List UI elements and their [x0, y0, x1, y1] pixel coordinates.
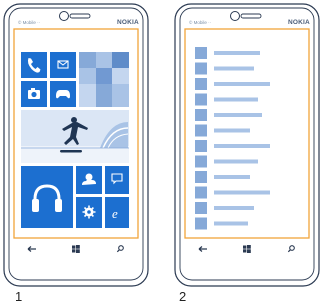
app-name-placeholder: [214, 51, 260, 55]
app-tile-icon: [195, 109, 207, 121]
figure-label-1: 1: [15, 289, 23, 304]
app-tile-icon: [195, 93, 207, 106]
app-tile-icon: [195, 217, 207, 230]
tile-feedback[interactable]: [105, 166, 129, 194]
app-name-placeholder: [214, 159, 258, 164]
app-tile-icon: [195, 78, 207, 90]
app-name-placeholder: [214, 128, 250, 133]
app-name-placeholder: [214, 206, 254, 210]
phone-2-camera-icon: [230, 11, 240, 21]
app-name-placeholder: [214, 190, 270, 195]
app-name-placeholder: [214, 97, 258, 102]
app-name-placeholder: [214, 82, 270, 86]
phone-2-earpiece: [240, 13, 262, 19]
app-tile-icon: [195, 124, 207, 137]
app-tile-icon: [195, 140, 207, 152]
phone-2: © Mobile ·· NOKIA: [174, 3, 320, 287]
phone-2-operator-label: © Mobile ··: [189, 19, 211, 25]
app-name-placeholder: [214, 144, 270, 148]
app-name-placeholder: [214, 221, 248, 226]
app-tile-icon: [195, 47, 207, 59]
app-tile-icon: [195, 202, 207, 214]
app-name-placeholder: [214, 175, 250, 179]
internet-explorer-icon: e: [112, 206, 118, 221]
phone-1: © Mobile ·· NOKIA e: [3, 3, 149, 287]
phone-2-brand-logo: NOKIA: [288, 19, 310, 26]
phone-1-camera-icon: [59, 11, 69, 21]
phone-illustration: © Mobile ·· NOKIA e © Mobile ·· NOKIA: [3, 3, 320, 287]
tile-music[interactable]: [21, 166, 73, 228]
app-tile-icon: [195, 186, 207, 199]
phone-1-operator-label: © Mobile ··: [18, 19, 40, 25]
tile-phone[interactable]: [21, 52, 47, 78]
app-name-placeholder: [214, 113, 262, 117]
figure-label-2: 2: [179, 289, 187, 304]
phone-1-earpiece: [69, 13, 91, 19]
tile-photos[interactable]: [79, 52, 129, 107]
app-name-placeholder: [214, 66, 254, 71]
tile-featured-photo[interactable]: [21, 110, 129, 163]
phone-1-brand-logo: NOKIA: [117, 19, 139, 26]
app-tile-icon: [195, 62, 207, 75]
app-tile-icon: [195, 171, 207, 183]
app-tile-icon: [195, 155, 207, 168]
